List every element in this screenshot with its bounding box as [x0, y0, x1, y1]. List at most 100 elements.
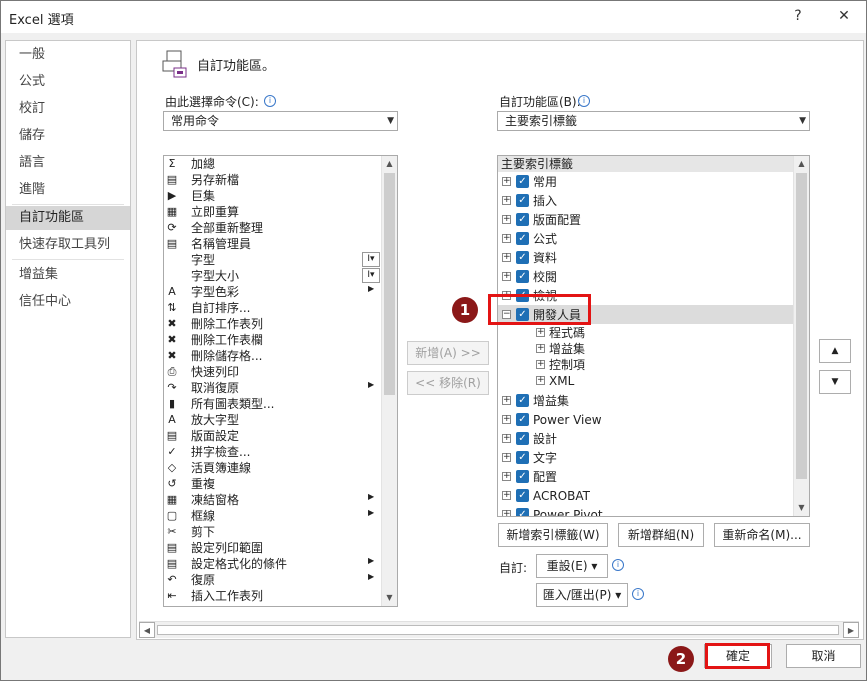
command-item[interactable]: 全部重新整理	[191, 220, 263, 236]
ribbon-tab-item[interactable]: + ✓ 資料	[498, 248, 793, 267]
scroll-right-icon[interactable]: ▶	[843, 622, 859, 638]
command-item[interactable]: 自訂排序...	[191, 300, 250, 316]
scroll-up-icon[interactable]: ▲	[794, 156, 809, 172]
expand-icon[interactable]: +	[536, 376, 545, 385]
close-button[interactable]: ✕	[829, 5, 859, 27]
reset-button[interactable]: 重設(E) ▾	[536, 554, 608, 578]
checkbox-icon[interactable]: ✓	[516, 432, 529, 445]
scroll-thumb[interactable]	[796, 173, 807, 479]
ribbon-tab-item[interactable]: + ✓ 設計	[498, 429, 793, 448]
nav-item-quick-access-toolbar[interactable]: 快速存取工具列	[6, 233, 130, 257]
new-group-button[interactable]: 新增群組(N)	[618, 523, 704, 547]
checkbox-icon[interactable]: ✓	[516, 213, 529, 226]
command-item[interactable]: 版面設定	[191, 428, 239, 444]
expand-icon[interactable]: +	[502, 215, 511, 224]
panel-horizontal-scrollbar[interactable]: ◀ ▶	[139, 621, 859, 638]
ribbon-tab-item[interactable]: + ✓ 文字	[498, 448, 793, 467]
checkbox-icon[interactable]: ✓	[516, 413, 529, 426]
command-item[interactable]: 復原	[191, 572, 215, 588]
expand-icon[interactable]: +	[502, 272, 511, 281]
nav-item-advanced[interactable]: 進階	[6, 178, 130, 202]
ribbon-tab-item[interactable]: + ✓ 常用	[498, 172, 793, 191]
expand-icon[interactable]: +	[536, 360, 545, 369]
expand-icon[interactable]: +	[502, 177, 511, 186]
scroll-down-icon[interactable]: ▼	[794, 500, 809, 516]
checkbox-icon[interactable]: ✓	[516, 451, 529, 464]
scroll-left-icon[interactable]: ◀	[139, 622, 155, 638]
checkbox-icon[interactable]: ✓	[516, 470, 529, 483]
import-export-button[interactable]: 匯入/匯出(P) ▾	[536, 583, 628, 607]
ribbon-tab-item[interactable]: + ✓ Power View	[498, 410, 793, 429]
scroll-thumb[interactable]	[384, 173, 395, 395]
ribbon-tab-item[interactable]: + ✓ 插入	[498, 191, 793, 210]
expand-icon[interactable]: +	[502, 472, 511, 481]
new-tab-button[interactable]: 新增索引標籤(W)	[498, 523, 608, 547]
checkbox-icon[interactable]: ✓	[516, 251, 529, 264]
command-item[interactable]: 設定列印範圍	[191, 540, 263, 556]
command-item[interactable]: 拼字檢查...	[191, 444, 250, 460]
command-item[interactable]: 活頁簿連線	[191, 460, 251, 476]
ribbon-tabs-dropdown[interactable]: 主要索引標籤 ▼	[497, 111, 810, 131]
command-item[interactable]: 巨集	[191, 188, 215, 204]
ribbon-tab-item[interactable]: + ✓ 配置	[498, 467, 793, 486]
ribbon-tab-item[interactable]: + ✓ 增益集	[498, 391, 793, 410]
nav-item-formulas[interactable]: 公式	[6, 70, 130, 94]
command-item[interactable]: 刪除工作表列	[191, 316, 263, 332]
move-up-button[interactable]: ▲	[819, 339, 851, 363]
ribbon-tree[interactable]: 主要索引標籤 + ✓ 常用 + ✓ 插入 + ✓ 版面配置 + ✓ 公式 + ✓ 資料 + ✓ 校閱 + ✓ 檢視 − ✓ 開…	[497, 155, 810, 517]
command-item[interactable]: 剪下	[191, 524, 215, 540]
checkbox-icon[interactable]: ✓	[516, 270, 529, 283]
checkbox-icon[interactable]: ✓	[516, 232, 529, 245]
command-item[interactable]: 凍結窗格	[191, 492, 239, 508]
nav-item-save[interactable]: 儲存	[6, 124, 130, 148]
checkbox-icon[interactable]: ✓	[516, 175, 529, 188]
command-item[interactable]: 重複	[191, 476, 215, 492]
command-item[interactable]: 框線	[191, 508, 215, 524]
command-item[interactable]: 設定格式化的條件	[191, 556, 287, 572]
nav-item-customize-ribbon[interactable]: 自訂功能區	[6, 206, 130, 230]
commands-scrollbar[interactable]: ▲ ▼	[381, 156, 397, 606]
command-item[interactable]: 字型色彩	[191, 284, 239, 300]
ribbon-tab-item[interactable]: + ✓ Power Pivot	[498, 505, 793, 516]
ribbon-tab-item[interactable]: + ✓ 公式	[498, 229, 793, 248]
command-item[interactable]: 刪除工作表欄	[191, 332, 263, 348]
ribbon-group-item[interactable]: + XML	[498, 373, 793, 389]
nav-item-proofing[interactable]: 校訂	[6, 97, 130, 121]
expand-icon[interactable]: +	[502, 510, 511, 516]
checkbox-icon[interactable]: ✓	[516, 394, 529, 407]
command-item[interactable]: 放大字型	[191, 412, 239, 428]
command-item[interactable]: 名稱管理員	[191, 236, 251, 252]
command-item[interactable]: 立即重算	[191, 204, 239, 220]
expand-icon[interactable]: +	[502, 196, 511, 205]
ribbon-tab-item[interactable]: + ✓ ACROBAT	[498, 486, 793, 505]
rename-button[interactable]: 重新命名(M)...	[714, 523, 810, 547]
command-item[interactable]: 加總	[191, 156, 215, 172]
ribbon-group-item[interactable]: + 程式碼	[498, 325, 793, 341]
cancel-button[interactable]: 取消	[786, 644, 861, 668]
help-button[interactable]: ?	[783, 5, 813, 27]
expand-icon[interactable]: +	[536, 344, 545, 353]
expand-icon[interactable]: +	[536, 328, 545, 337]
command-item[interactable]: 取消復原	[191, 380, 239, 396]
nav-item-general[interactable]: 一般	[6, 43, 130, 67]
expand-icon[interactable]: +	[502, 434, 511, 443]
ribbon-tab-item[interactable]: + ✓ 校閱	[498, 267, 793, 286]
ribbon-group-item[interactable]: + 增益集	[498, 341, 793, 357]
command-item[interactable]: 所有圖表類型...	[191, 396, 274, 412]
scroll-thumb[interactable]	[157, 625, 839, 635]
expand-icon[interactable]: +	[502, 396, 511, 405]
add-button[interactable]: 新增(A) >>	[407, 341, 489, 365]
move-down-button[interactable]: ▼	[819, 370, 851, 394]
scroll-up-icon[interactable]: ▲	[382, 156, 397, 172]
command-item[interactable]: 刪除儲存格...	[191, 348, 262, 364]
commands-list[interactable]: Σ 加總 ▤ 另存新檔 ▶ 巨集 ▦ 立即重算 ⟳ 全部重新整理 ▤ 名稱管理員 字型 字型大小 A 字型色彩…	[163, 155, 398, 607]
nav-item-trust-center[interactable]: 信任中心	[6, 290, 130, 314]
expand-icon[interactable]: +	[502, 415, 511, 424]
command-item[interactable]: 快速列印	[191, 364, 239, 380]
expand-icon[interactable]: +	[502, 453, 511, 462]
scroll-down-icon[interactable]: ▼	[382, 590, 397, 606]
commands-from-dropdown[interactable]: 常用命令 ▼	[163, 111, 398, 131]
ribbon-group-item[interactable]: + 控制項	[498, 357, 793, 373]
command-item[interactable]: 字型	[191, 252, 215, 268]
command-item[interactable]: 另存新檔	[191, 172, 239, 188]
